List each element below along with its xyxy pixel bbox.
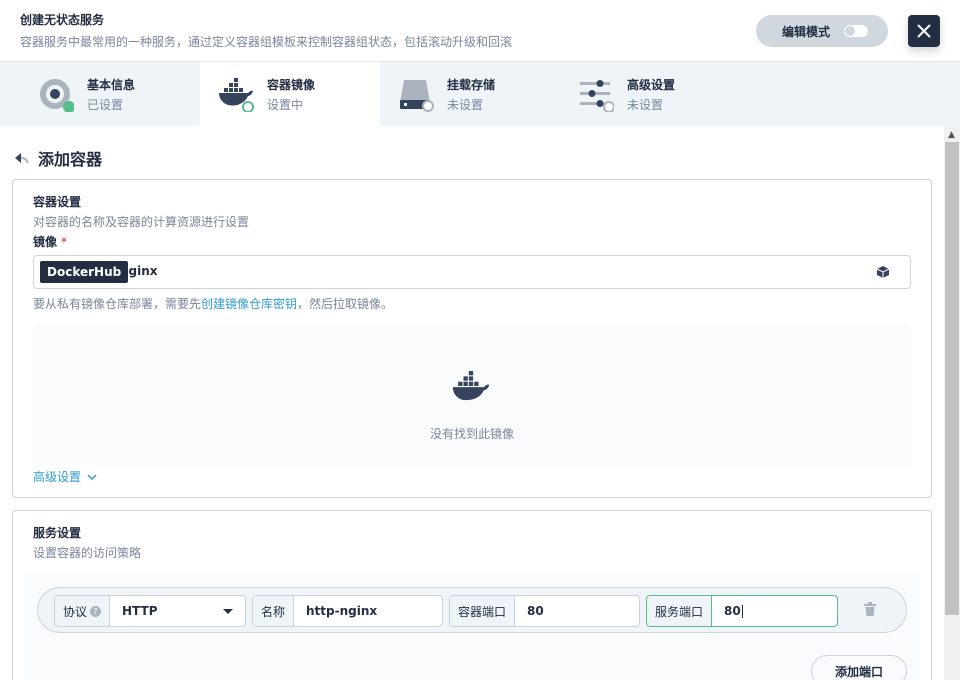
container-port-value[interactable]: 80 <box>515 596 639 626</box>
tab-label: 基本信息 <box>87 78 136 92</box>
protocol-value: HTTP <box>110 596 245 626</box>
private-registry-hint: 要从私有镜像仓库部署，需要先创建镜像仓库密钥，然后拉取镜像。 <box>33 295 393 312</box>
tab-container-image[interactable]: 容器镜像 设置中 <box>200 62 380 126</box>
image-empty-state: 没有找到此镜像 <box>33 325 911 465</box>
port-list: 协议? HTTP 名称 http-nginx 容器端口 80 服务端口 80 添… <box>25 575 919 680</box>
sliders-icon <box>580 80 614 112</box>
advanced-settings-toggle[interactable]: 高级设置 <box>33 468 97 485</box>
tab-status: 设置中 <box>267 98 304 112</box>
tab-basic-info[interactable]: 基本信息 已设置 <box>0 62 180 126</box>
service-port-label: 服务端口 <box>647 596 713 626</box>
modal-description: 容器服务中最常用的一种服务，通过定义容器组模板来控制容器组状态，包括滚动升级和回… <box>20 35 513 49</box>
advanced-settings-label: 高级设置 <box>33 470 82 484</box>
section-title: 服务设置 <box>33 526 82 540</box>
image-label-text: 镜像 <box>33 235 58 249</box>
modal-title: 创建无状态服务 <box>20 13 105 27</box>
scrollbar[interactable]: ▲ <box>944 126 960 680</box>
create-secret-link[interactable]: 创建镜像仓库密钥 <box>201 297 297 311</box>
tab-advanced[interactable]: 高级设置 未设置 <box>540 62 720 126</box>
protocol-label-text: 协议 <box>63 604 88 619</box>
protocol-select[interactable]: 协议? HTTP <box>54 595 246 627</box>
service-port-field[interactable]: 服务端口 80 <box>646 595 838 627</box>
text-cursor <box>741 604 743 618</box>
close-icon <box>917 24 931 38</box>
docker-icon <box>452 371 490 401</box>
docker-icon <box>219 78 254 112</box>
image-search-input[interactable]: DockerHub nginx <box>33 255 911 289</box>
tab-mount-storage[interactable]: 挂载存储 未设置 <box>360 62 540 126</box>
image-field-label: 镜像 * <box>33 233 67 250</box>
container-port-label: 容器端口 <box>450 596 516 626</box>
tab-label: 高级设置 <box>627 78 676 92</box>
modal-header: 创建无状态服务 容器服务中最常用的一种服务，通过定义容器组模板来控制容器组状态，… <box>0 0 960 62</box>
tab-status: 未设置 <box>447 98 484 112</box>
tab-label: 容器镜像 <box>267 78 316 92</box>
info-icon <box>40 79 74 112</box>
port-name-field[interactable]: 名称 http-nginx <box>252 595 443 627</box>
caret-down-icon <box>223 609 233 614</box>
container-settings-panel: 容器设置 对容器的名称及容器的计算资源进行设置 镜像 * DockerHub ng… <box>12 179 932 498</box>
tab-status: 未设置 <box>627 98 664 112</box>
port-row: 协议? HTTP 名称 http-nginx 容器端口 80 服务端口 80 <box>37 587 907 633</box>
help-icon[interactable]: ? <box>90 605 102 617</box>
tab-status: 已设置 <box>87 98 124 112</box>
close-button[interactable] <box>908 15 940 47</box>
back-arrow-icon <box>15 153 29 164</box>
back-button[interactable]: 添加容器 <box>14 146 102 170</box>
name-value[interactable]: http-nginx <box>294 596 442 626</box>
storage-icon <box>400 80 434 112</box>
toggle-switch[interactable] <box>844 25 868 37</box>
trash-icon[interactable] <box>864 602 876 616</box>
hint-prefix: 要从私有镜像仓库部署，需要先 <box>33 297 202 311</box>
section-description: 设置容器的访问策略 <box>33 546 142 560</box>
section-title: 容器设置 <box>33 195 82 209</box>
edit-mode-label: 编辑模式 <box>782 24 831 39</box>
main-content: 添加容器 容器设置 对容器的名称及容器的计算资源进行设置 镜像 * DockerH… <box>0 126 944 680</box>
service-port-value: 80 <box>724 604 741 618</box>
service-settings-panel: 服务设置 设置容器的访问策略 协议? HTTP 名称 http-nginx 容器… <box>12 510 932 680</box>
hint-suffix: ，然后拉取镜像。 <box>297 297 394 311</box>
tab-label: 挂载存储 <box>447 78 496 92</box>
chevron-down-icon <box>87 473 97 480</box>
service-port-input[interactable]: 80 <box>712 596 837 626</box>
scrollbar-thumb[interactable] <box>945 142 959 615</box>
name-label: 名称 <box>253 596 295 626</box>
edit-mode-toggle[interactable]: 编辑模式 <box>756 15 888 47</box>
container-port-field[interactable]: 容器端口 80 <box>449 595 640 627</box>
step-tabs: 基本信息 已设置 容器镜像 设置中 挂载存储 未设置 高级设置 未设置 <box>0 62 960 126</box>
section-description: 对容器的名称及容器的计算资源进行设置 <box>33 215 250 229</box>
protocol-value-text: HTTP <box>122 604 158 618</box>
registry-selector[interactable]: DockerHub <box>40 261 129 283</box>
cube-icon[interactable] <box>876 265 890 279</box>
empty-state-text: 没有找到此镜像 <box>429 427 514 441</box>
protocol-label: 协议? <box>55 596 111 626</box>
image-value: nginx <box>120 264 158 278</box>
required-mark: * <box>61 235 68 249</box>
add-port-button[interactable]: 添加端口 <box>811 655 907 680</box>
scroll-up-icon[interactable]: ▲ <box>948 130 955 140</box>
page-title: 添加容器 <box>38 150 103 169</box>
